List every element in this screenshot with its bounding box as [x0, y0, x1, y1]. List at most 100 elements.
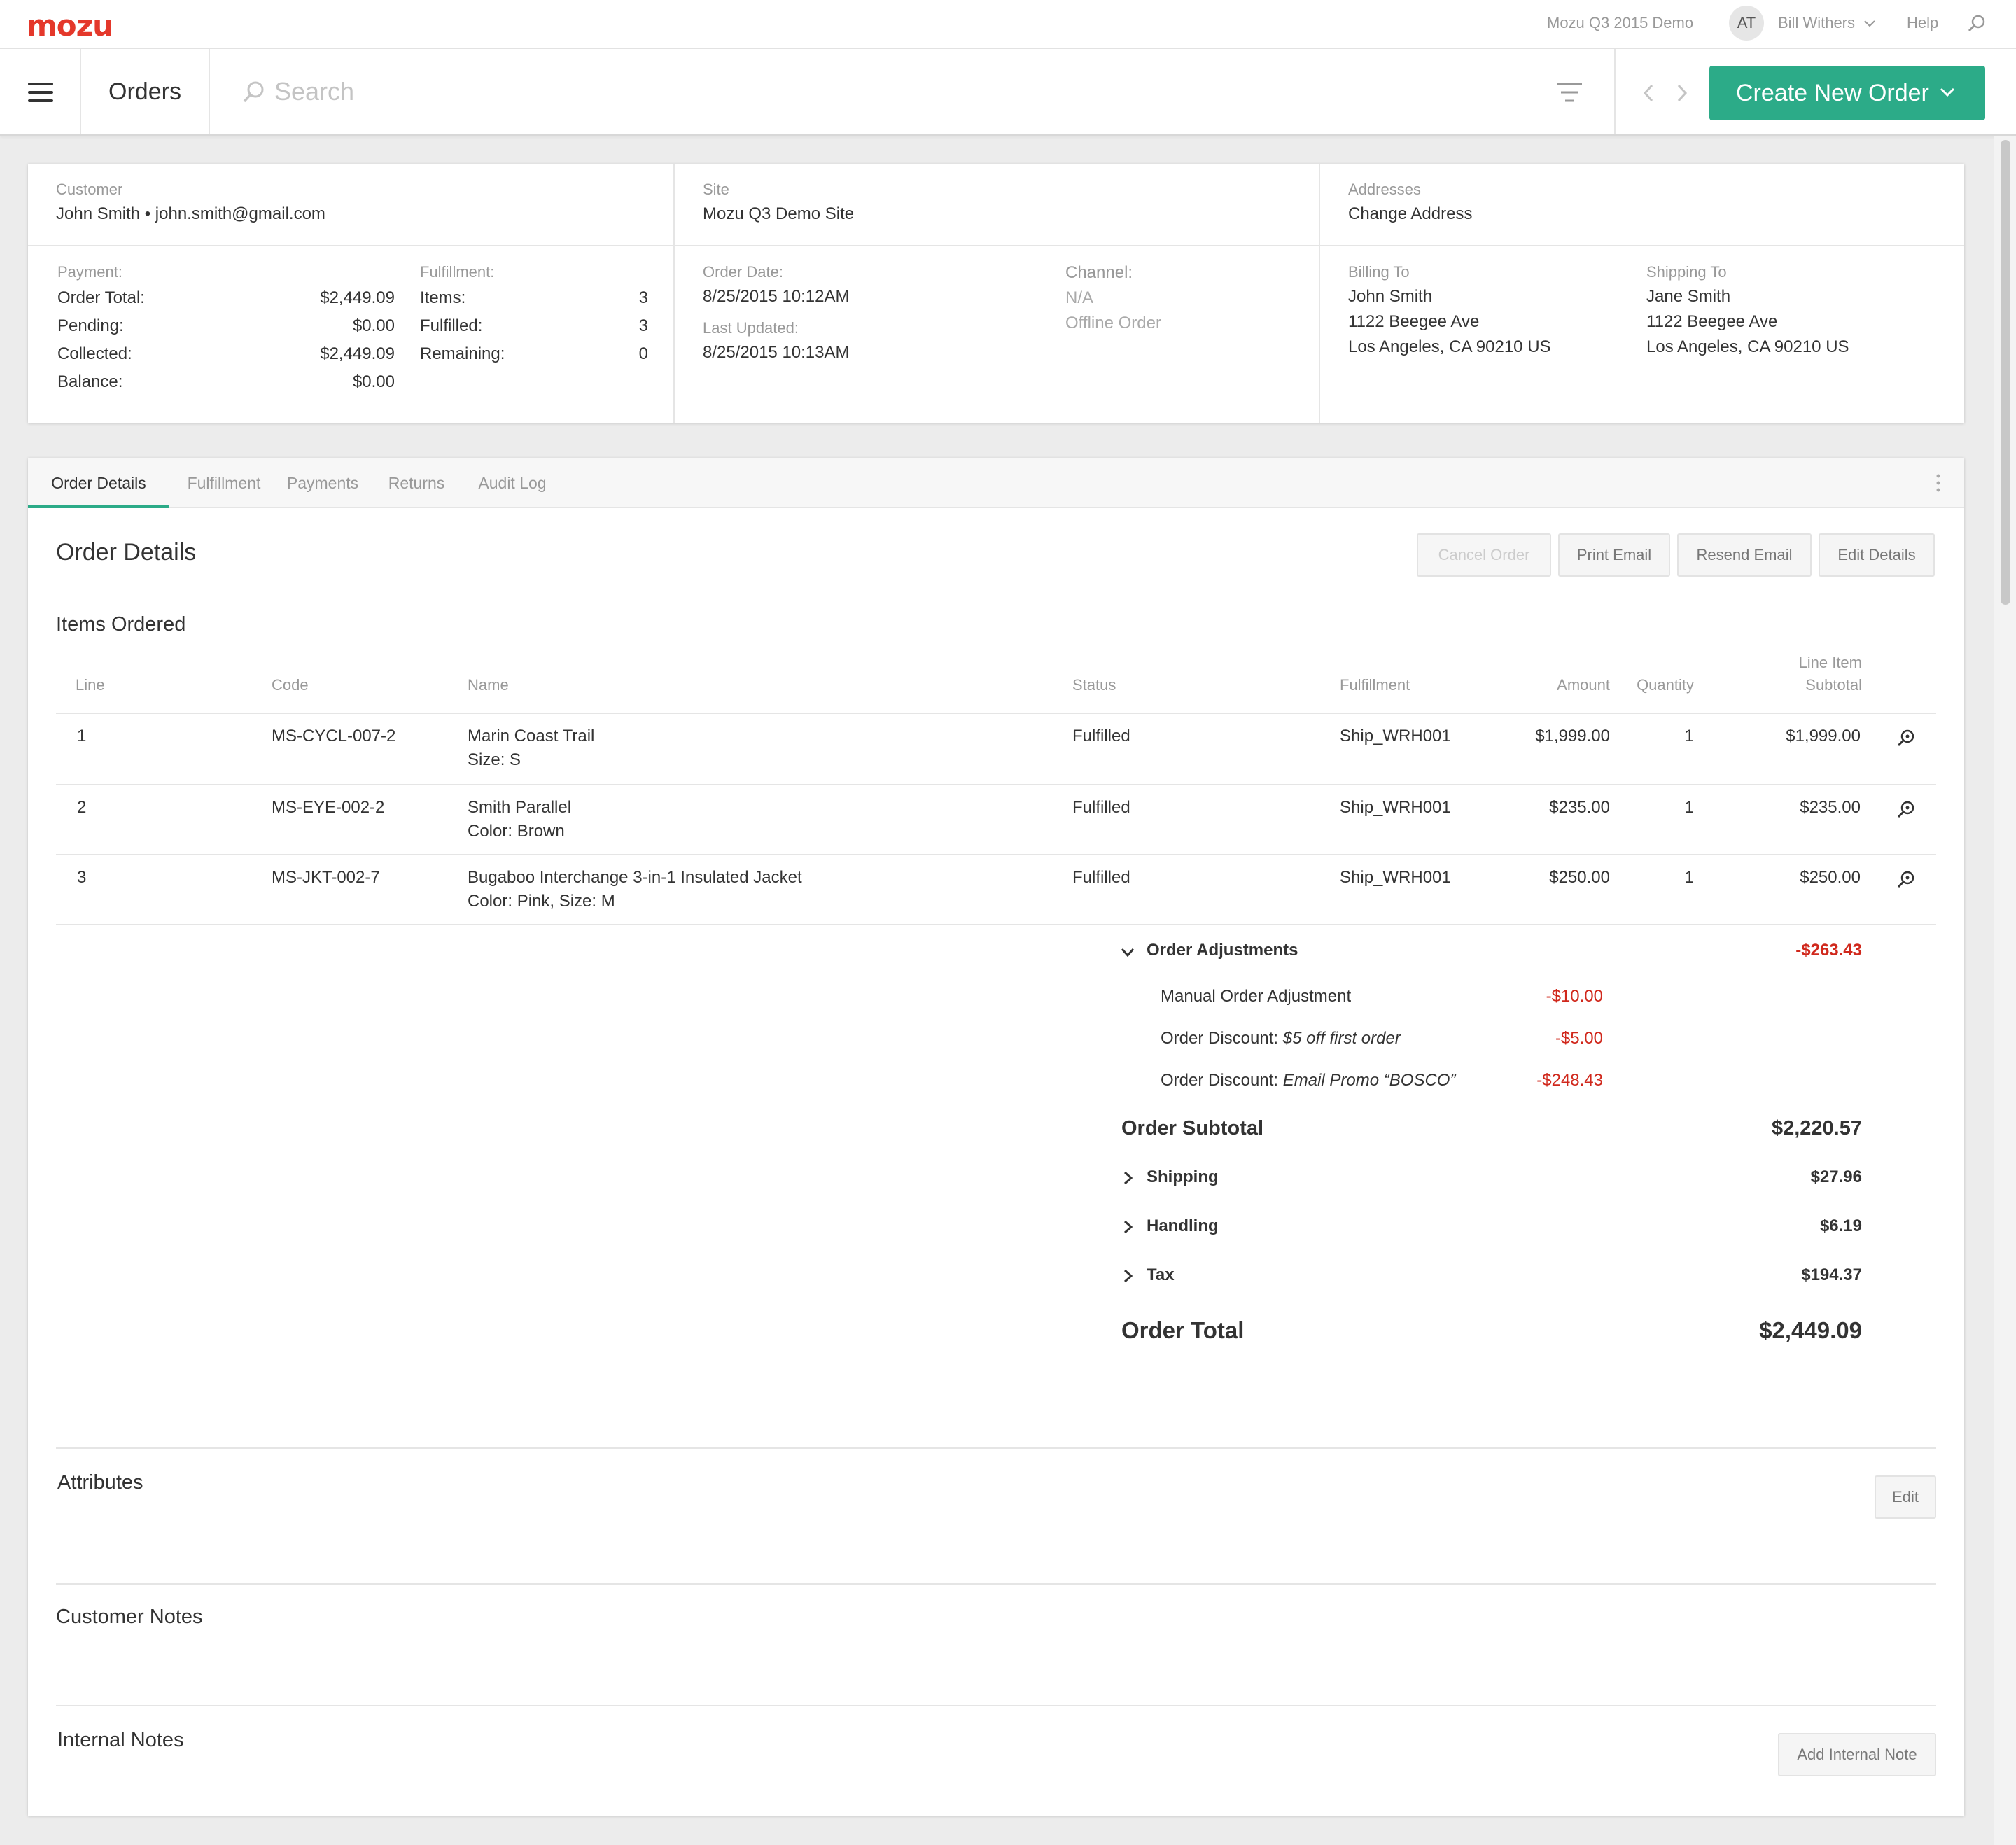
- cell-name: Smith Parallel: [468, 798, 572, 817]
- adjustment-value: -$248.43: [1536, 1071, 1603, 1090]
- cell-subtotal: $1,999.00: [1786, 727, 1861, 745]
- column-header-quantity: Quantity: [1637, 676, 1694, 694]
- cell-fulfillment: Ship_WRH001: [1340, 868, 1451, 887]
- tax-toggle[interactable]: Tax: [1147, 1265, 1175, 1285]
- tab-audit-log[interactable]: Audit Log: [463, 458, 561, 508]
- cell-option: Size: S: [468, 750, 522, 769]
- divider: [56, 924, 1936, 925]
- cancel-order-button[interactable]: Cancel Order: [1417, 533, 1551, 577]
- cell-line: 1: [77, 727, 87, 745]
- last-updated-value: 8/25/2015 10:13AM: [703, 343, 850, 362]
- mozu-logo[interactable]: mozu: [27, 8, 113, 43]
- payment-label: Payment:: [57, 263, 122, 281]
- order-adjustments-toggle[interactable]: Order Adjustments: [1147, 941, 1298, 960]
- column-header-name: Name: [468, 676, 509, 694]
- billing-street: 1122 Beegee Ave: [1348, 312, 1480, 331]
- filter-icon[interactable]: [1554, 80, 1585, 105]
- fulfillment-row-value: 0: [638, 344, 648, 363]
- adjustment-value: -$10.00: [1546, 987, 1603, 1006]
- chevron-right-icon[interactable]: [1120, 1268, 1135, 1284]
- search-icon[interactable]: [1967, 14, 1987, 34]
- chevron-right-icon[interactable]: [1120, 1219, 1135, 1235]
- adjustment-value: -$5.00: [1555, 1029, 1603, 1048]
- chevron-down-icon[interactable]: [1120, 945, 1135, 960]
- payment-row-value: $0.00: [352, 372, 395, 391]
- shipping-street: 1122 Beegee Ave: [1646, 312, 1778, 331]
- cell-quantity: 1: [1684, 727, 1694, 745]
- billing-label: Billing To: [1348, 263, 1410, 281]
- billing-city: Los Angeles, CA 90210 US: [1348, 337, 1551, 356]
- page-title: Orders: [81, 49, 210, 134]
- help-link[interactable]: Help: [1907, 14, 1938, 32]
- tab-order-details[interactable]: Order Details: [28, 458, 169, 508]
- divider: [56, 1583, 1936, 1585]
- cell-option: Color: Brown: [468, 822, 565, 841]
- attributes-edit-button[interactable]: Edit: [1875, 1475, 1936, 1519]
- cell-subtotal: $235.00: [1800, 798, 1861, 817]
- channel-value: N/A: [1065, 288, 1094, 307]
- search-icon: [243, 81, 264, 103]
- payment-row-value: $2,449.09: [320, 288, 395, 307]
- column-header-code: Code: [272, 676, 309, 694]
- tab-payments[interactable]: Payments: [277, 458, 368, 508]
- cell-status: Fulfilled: [1072, 798, 1130, 817]
- cell-code: MS-CYCL-007-2: [272, 727, 396, 745]
- magnify-icon[interactable]: [1896, 799, 1917, 820]
- scrollbar-thumb[interactable]: [2001, 140, 2010, 605]
- cell-name: Bugaboo Interchange 3-in-1 Insulated Jac…: [468, 868, 802, 887]
- chevron-right-icon[interactable]: [1120, 1170, 1135, 1186]
- chevron-down-icon: [1940, 87, 1955, 97]
- order-date-label: Order Date:: [703, 263, 783, 281]
- column-header-subtotal-line1: Line Item: [1798, 654, 1863, 671]
- magnify-icon[interactable]: [1896, 869, 1917, 890]
- magnify-icon[interactable]: [1896, 728, 1917, 749]
- fulfillment-row-value: 3: [638, 316, 648, 335]
- tab-fulfillment[interactable]: Fulfillment: [175, 458, 273, 508]
- divider: [56, 854, 1936, 855]
- create-new-order-button[interactable]: Create New Order: [1709, 66, 1985, 120]
- tenant-name[interactable]: Mozu Q3 2015 Demo: [1547, 14, 1693, 32]
- avatar[interactable]: AT: [1729, 6, 1764, 41]
- order-details-title: Order Details: [56, 539, 197, 566]
- search-input[interactable]: [274, 76, 1324, 108]
- divider: [28, 245, 1964, 246]
- handling-value: $6.19: [1819, 1216, 1862, 1235]
- cell-fulfillment: Ship_WRH001: [1340, 727, 1451, 745]
- cell-quantity: 1: [1684, 868, 1694, 887]
- payment-row-label: Order Total:: [57, 288, 145, 307]
- cell-option: Color: Pink, Size: M: [468, 892, 615, 911]
- shipping-toggle[interactable]: Shipping: [1147, 1167, 1219, 1187]
- cell-name: Marin Coast Trail: [468, 727, 595, 745]
- edit-details-button[interactable]: Edit Details: [1819, 533, 1935, 577]
- hamburger-menu-icon[interactable]: [0, 49, 81, 134]
- user-menu[interactable]: Bill Withers: [1778, 14, 1876, 32]
- payment-row-value: $2,449.09: [320, 344, 395, 363]
- tab-returns[interactable]: Returns: [374, 458, 459, 508]
- tax-value: $194.37: [1801, 1265, 1862, 1284]
- customer-label: Customer: [56, 181, 123, 198]
- customer-value[interactable]: John Smith • john.smith@gmail.com: [56, 204, 326, 224]
- order-subtotal-label: Order Subtotal: [1121, 1117, 1264, 1139]
- change-address-link[interactable]: Change Address: [1348, 204, 1472, 224]
- divider: [1614, 49, 1616, 134]
- fulfillment-row-value: 3: [638, 288, 648, 307]
- cell-status: Fulfilled: [1072, 868, 1130, 887]
- create-new-order-label: Create New Order: [1736, 80, 1929, 106]
- fulfillment-row-label: Items:: [420, 288, 466, 307]
- add-internal-note-button[interactable]: Add Internal Note: [1778, 1733, 1936, 1776]
- order-total-label: Order Total: [1121, 1317, 1245, 1343]
- divider: [56, 713, 1936, 714]
- addresses-label: Addresses: [1348, 181, 1421, 198]
- chevron-right-icon[interactable]: [1674, 83, 1690, 104]
- chevron-left-icon[interactable]: [1641, 83, 1656, 104]
- channel-label: Channel:: [1065, 263, 1133, 282]
- handling-toggle[interactable]: Handling: [1147, 1216, 1219, 1236]
- column-header-fulfillment: Fulfillment: [1340, 676, 1410, 694]
- resend-email-button[interactable]: Resend Email: [1677, 533, 1812, 577]
- cell-line: 3: [77, 868, 87, 887]
- print-email-button[interactable]: Print Email: [1558, 533, 1670, 577]
- order-total-value: $2,449.09: [1759, 1317, 1862, 1343]
- site-value: Mozu Q3 Demo Site: [703, 204, 855, 223]
- divider: [673, 164, 675, 423]
- more-vertical-icon[interactable]: [1935, 473, 1942, 494]
